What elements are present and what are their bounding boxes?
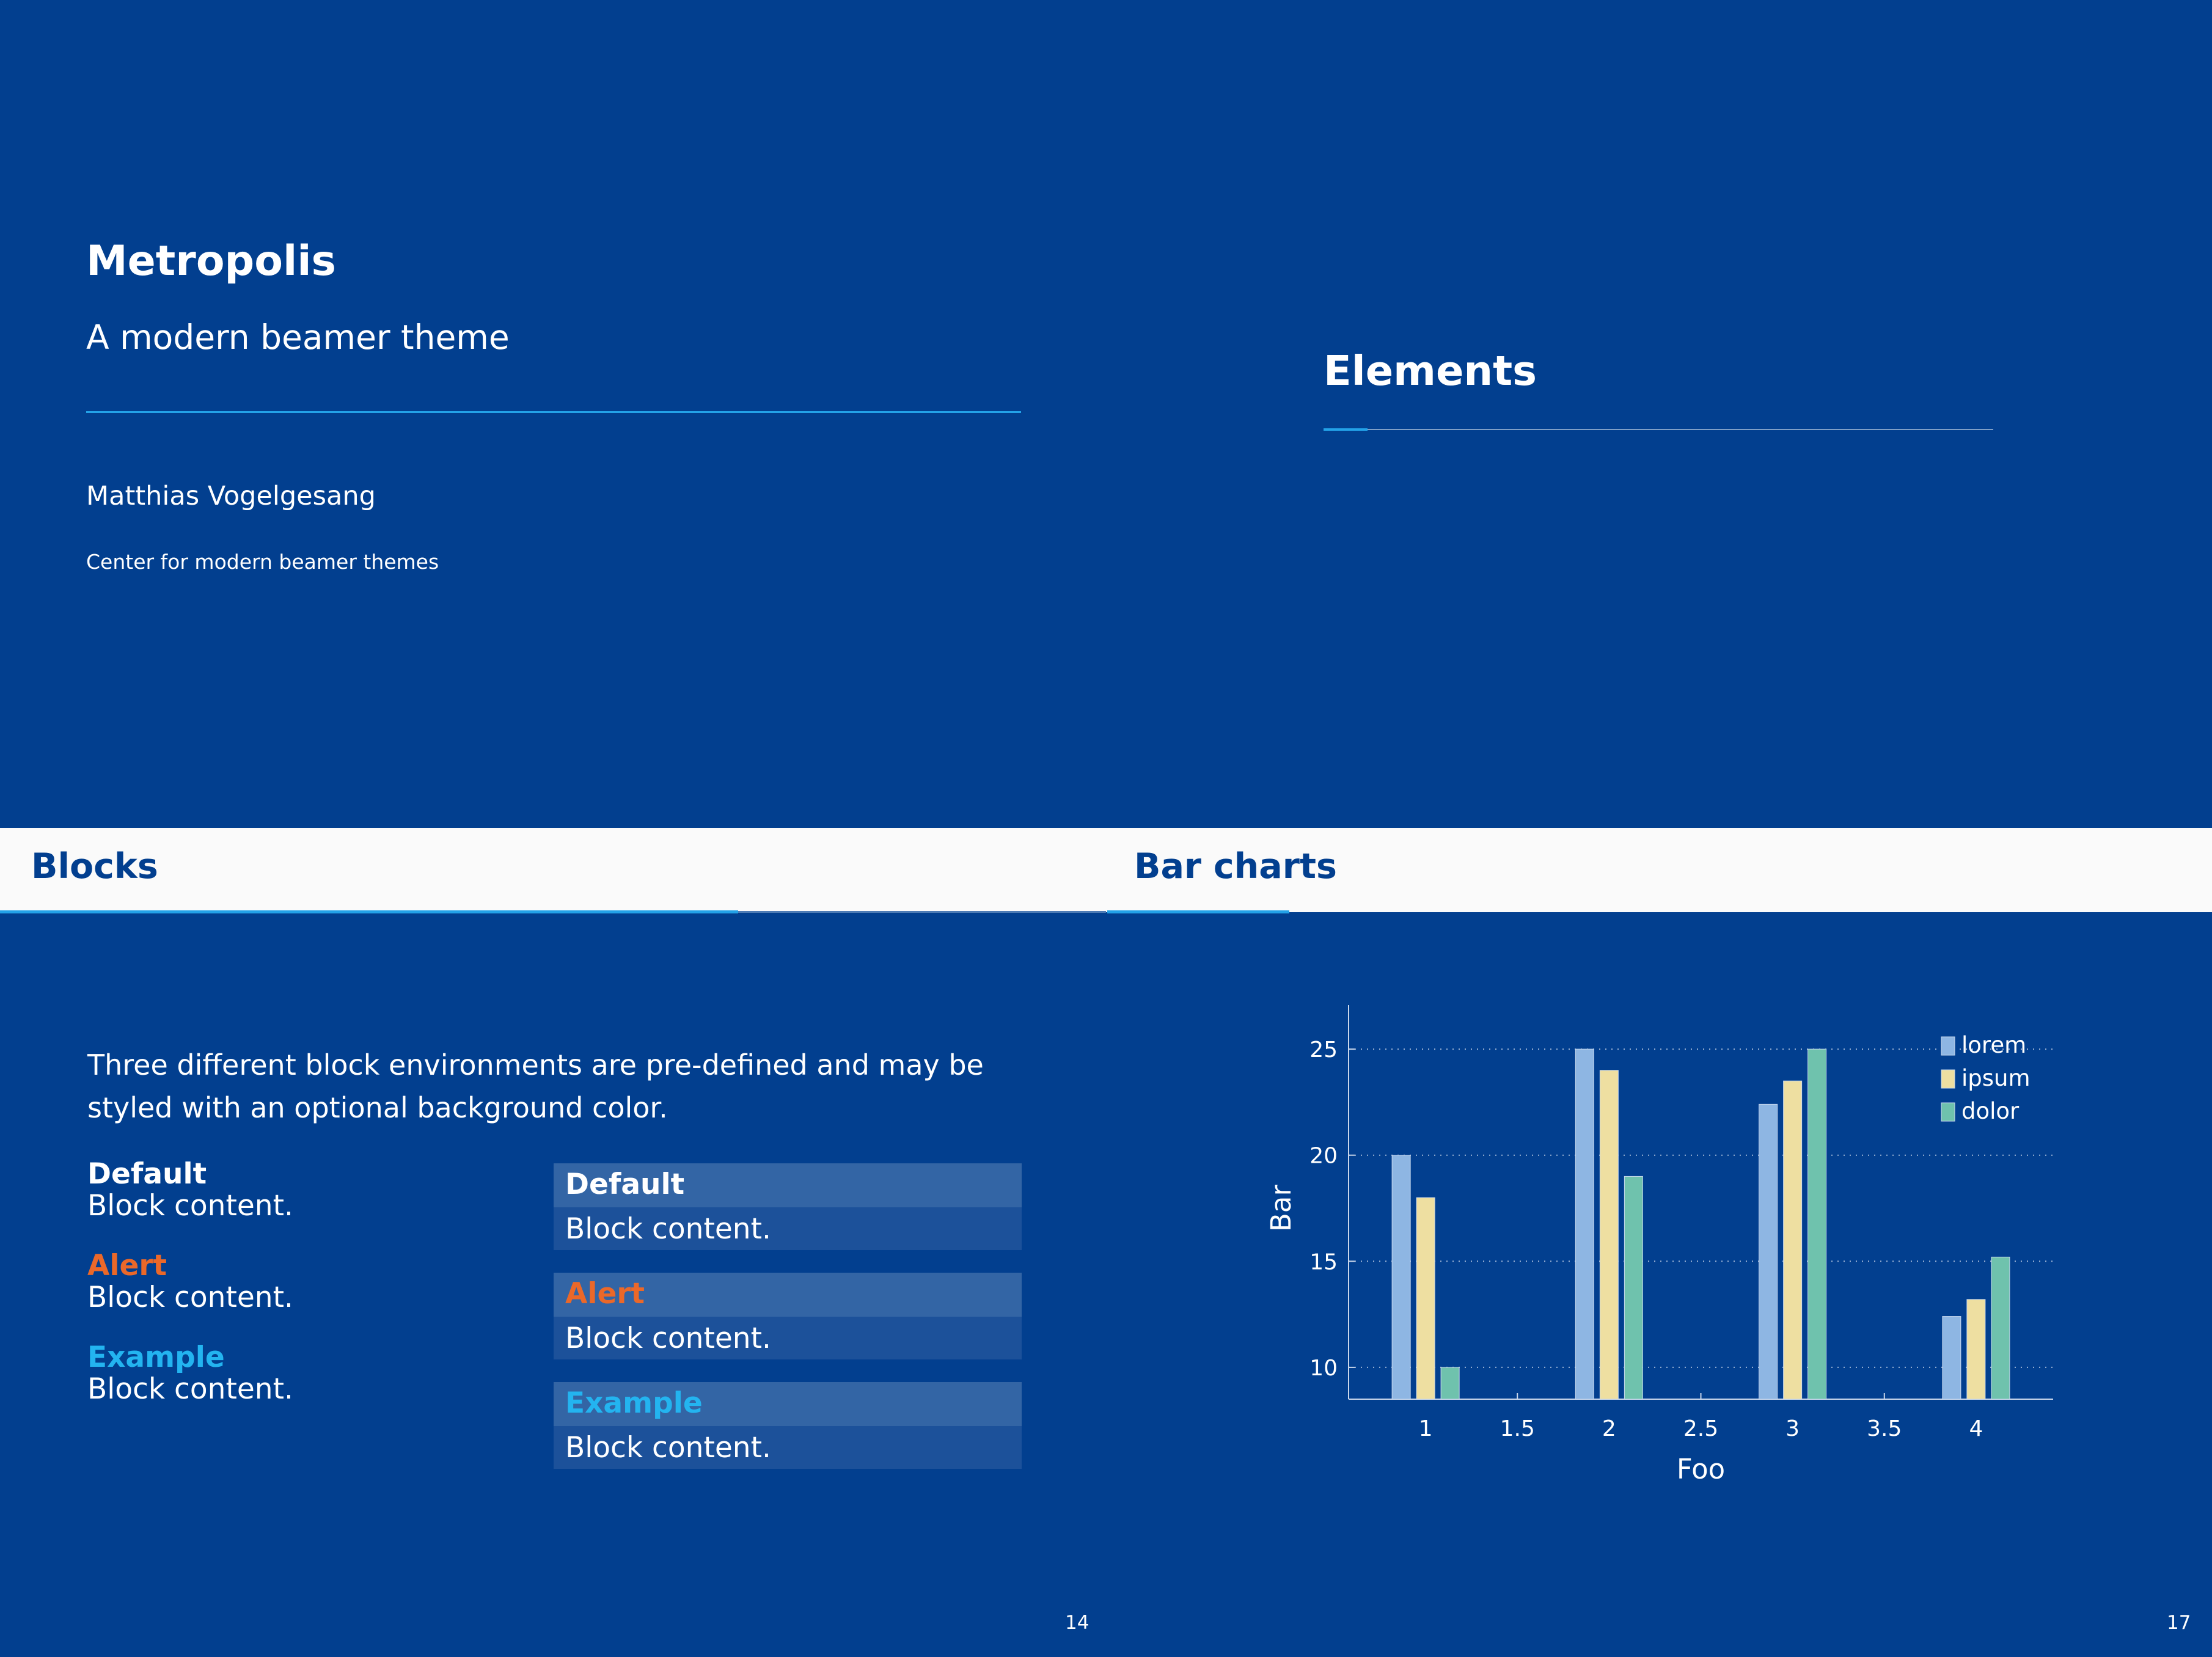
y-tick-label: 10 [1309, 1356, 1338, 1381]
bar-ipsum [1783, 1080, 1803, 1400]
bar-dolor [1440, 1367, 1460, 1400]
x-tick-label: 2 [1602, 1416, 1616, 1441]
bar-lorem [1942, 1316, 1961, 1400]
blocks-progress-bar [0, 910, 738, 913]
example-block-body: Block content. [87, 1372, 293, 1406]
x-tick-label: 3 [1785, 1416, 1800, 1441]
y-tick-label: 25 [1309, 1037, 1338, 1063]
legend-label-dolor: dolor [1961, 1098, 2020, 1124]
example-block-title: Example [87, 1341, 225, 1374]
bar-lorem [1759, 1103, 1778, 1400]
example-filled-block-body: Block content. [565, 1431, 771, 1465]
default-filled-block-title: Default [565, 1168, 685, 1201]
title-slide-subtitle: A modern beamer theme [86, 318, 510, 357]
title-slide-institute: Center for modern beamer themes [86, 550, 439, 574]
y-tick-label: 15 [1309, 1249, 1338, 1275]
example-filled-block-title: Example [565, 1386, 703, 1420]
alert-filled-block-title: Alert [565, 1277, 645, 1311]
bar-lorem [1391, 1155, 1411, 1400]
default-filled-block-body: Block content. [565, 1212, 771, 1246]
section-progress-track [1324, 429, 1993, 430]
bar-dolor [1991, 1256, 2010, 1400]
title-slide-author: Matthias Vogelgesang [86, 481, 376, 511]
bar-chart: 10 15 20 25 1 1.5 2 2.5 3 3.5 4 Foo Bar lorem ipsum dol… [1265, 1005, 2053, 1485]
barcharts-page-number: 17 [2167, 1612, 2191, 1634]
x-tick-label: 3.5 [1867, 1416, 1902, 1441]
bar-ipsum [1966, 1299, 1986, 1400]
y-tick-label: 20 [1309, 1144, 1338, 1169]
section-progress-bar [1324, 428, 1368, 431]
bar-ipsum [1599, 1070, 1619, 1400]
default-block-title: Default [87, 1157, 207, 1191]
blocks-progress-track [738, 911, 1106, 913]
barcharts-frame-title: Bar charts [1134, 846, 1337, 887]
legend-swatch-dolor [1941, 1102, 1955, 1122]
x-tick-label: 1.5 [1500, 1416, 1535, 1441]
x-axis-label: Foo [1677, 1453, 1725, 1485]
x-tick-label: 4 [1969, 1416, 1983, 1441]
title-slide-title: Metropolis [86, 237, 337, 285]
blocks-frame-title: Blocks [31, 846, 158, 887]
barcharts-progress-bar [1107, 910, 1289, 913]
y-axis-label: Bar [1265, 1185, 1297, 1232]
title-separator [86, 411, 1021, 413]
alert-block-title: Alert [87, 1249, 167, 1282]
bar-ipsum [1416, 1197, 1435, 1400]
legend-swatch-ipsum [1941, 1069, 1955, 1089]
frame-title-bar [0, 828, 2212, 912]
x-tick-label: 2.5 [1683, 1416, 1718, 1441]
legend-label-lorem: lorem [1961, 1032, 2026, 1058]
bar-lorem [1575, 1048, 1594, 1400]
default-block-body: Block content. [87, 1189, 293, 1223]
alert-block-body: Block content. [87, 1281, 293, 1314]
legend-swatch-lorem [1941, 1036, 1955, 1056]
section-title: Elements [1324, 347, 1537, 395]
legend-label-ipsum: ipsum [1961, 1065, 2031, 1091]
x-tick-label: 1 [1419, 1416, 1433, 1441]
blocks-paragraph: Three different block environments are p… [87, 1048, 984, 1124]
alert-filled-block-body: Block content. [565, 1322, 771, 1355]
bar-dolor [1624, 1176, 1643, 1400]
bar-dolor [1807, 1048, 1827, 1400]
blocks-page-number: 14 [1065, 1612, 1090, 1634]
